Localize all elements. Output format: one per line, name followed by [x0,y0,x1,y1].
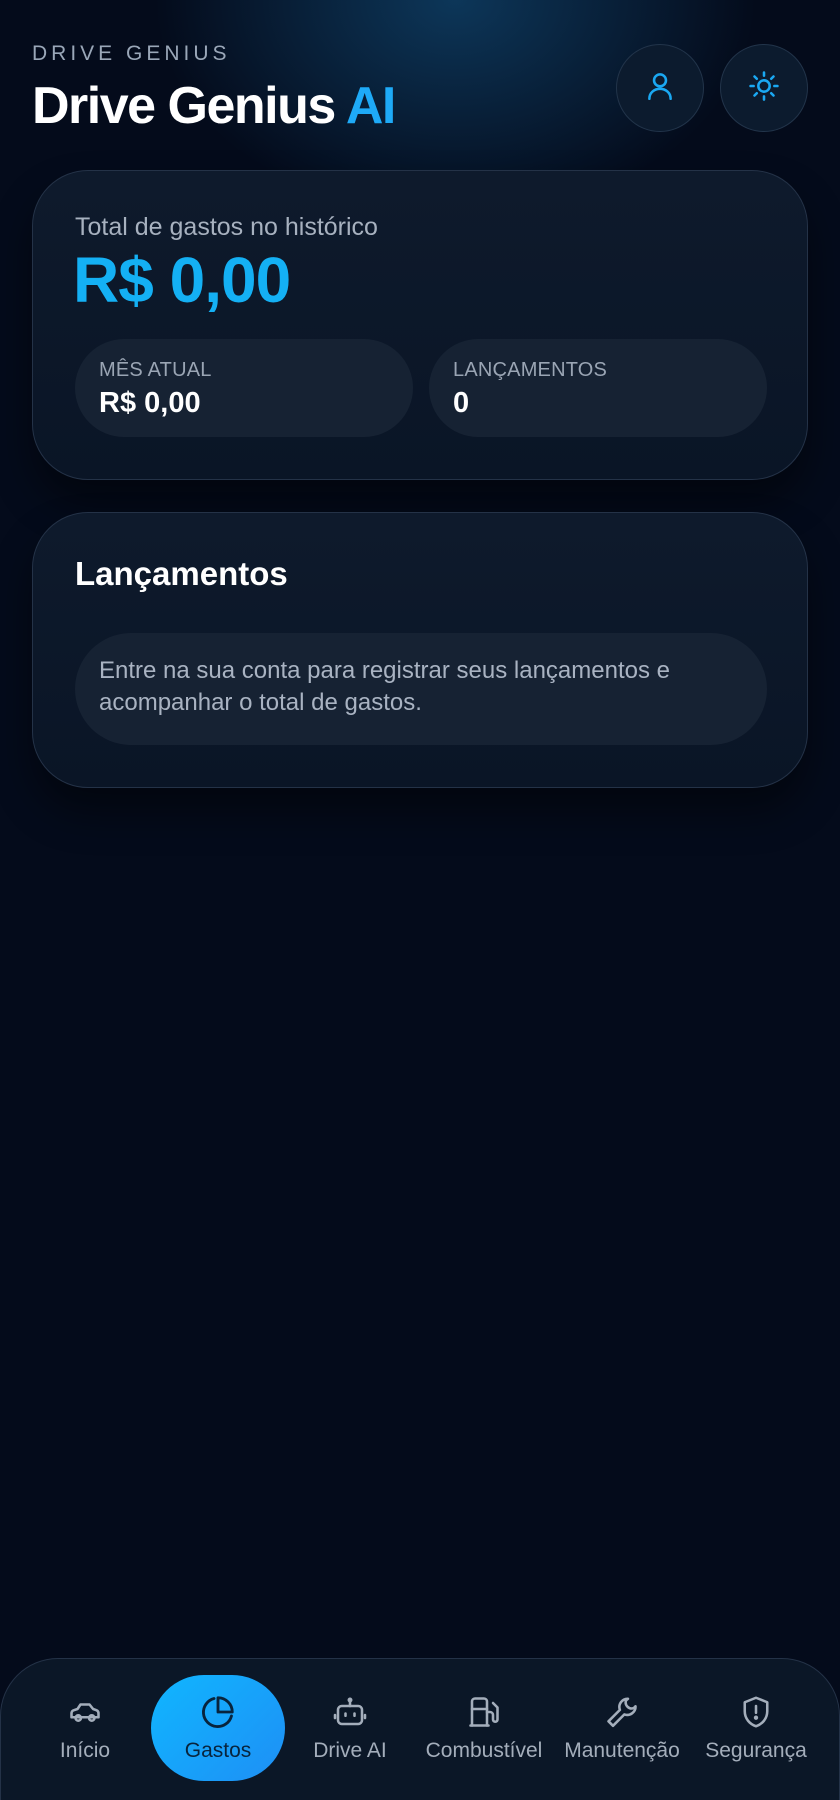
entries-card: Lançamentos Entre na sua conta para regi… [32,512,808,788]
fuel-pump-icon [466,1693,502,1731]
current-month-value: R$ 0,00 [99,387,201,419]
nav-label-manutencao: Manutenção [564,1739,680,1762]
total-label: Total de gastos no histórico [75,213,378,241]
app-title-main: Drive Genius [32,77,336,135]
nav-item-seguranca[interactable]: Segurança [695,1675,817,1781]
nav-label-drive-ai: Drive AI [313,1739,387,1762]
nav-label-gastos: Gastos [184,1739,252,1762]
robot-icon [332,1693,368,1731]
expenses-summary-card: Total de gastos no histórico R$ 0,00 MÊS… [32,170,808,480]
nav-item-manutencao[interactable]: Manutenção [557,1675,687,1781]
current-month-label: MÊS ATUAL [99,359,212,381]
entries-empty-message: Entre na sua conta para registrar seus l… [75,633,767,745]
nav-item-inicio[interactable]: Início [25,1675,145,1781]
entries-count-value: 0 [453,387,470,419]
nav-label-inicio: Início [59,1739,111,1762]
entries-title: Lançamentos [75,555,288,592]
total-value: R$ 0,00 [73,244,291,316]
entries-count-label: LANÇAMENTOS [453,359,608,381]
nav-label-combustivel: Combustível [425,1739,543,1762]
entries-count-stat: LANÇAMENTOS 0 [429,339,767,437]
nav-item-gastos[interactable]: Gastos [151,1675,285,1781]
sun-icon [747,69,781,108]
user-icon [643,69,677,108]
car-icon [67,1693,103,1731]
nav-item-combustivel[interactable]: Combustível [417,1675,551,1781]
wrench-icon [604,1693,640,1731]
pie-chart-icon [199,1693,237,1731]
nav-label-seguranca: Segurança [705,1739,807,1762]
app-title-accent: AI [345,77,397,135]
profile-button[interactable] [616,44,704,132]
theme-toggle-button[interactable] [720,44,808,132]
shield-alert-icon [738,1693,774,1731]
nav-item-drive-ai[interactable]: Drive AI [291,1675,409,1781]
app-header: DRIVE GENIUS Drive Genius AI [32,42,808,135]
current-month-stat: MÊS ATUAL R$ 0,00 [75,339,413,437]
bottom-navigation: Início Gastos Drive AI Combustível Manut… [0,1658,840,1800]
